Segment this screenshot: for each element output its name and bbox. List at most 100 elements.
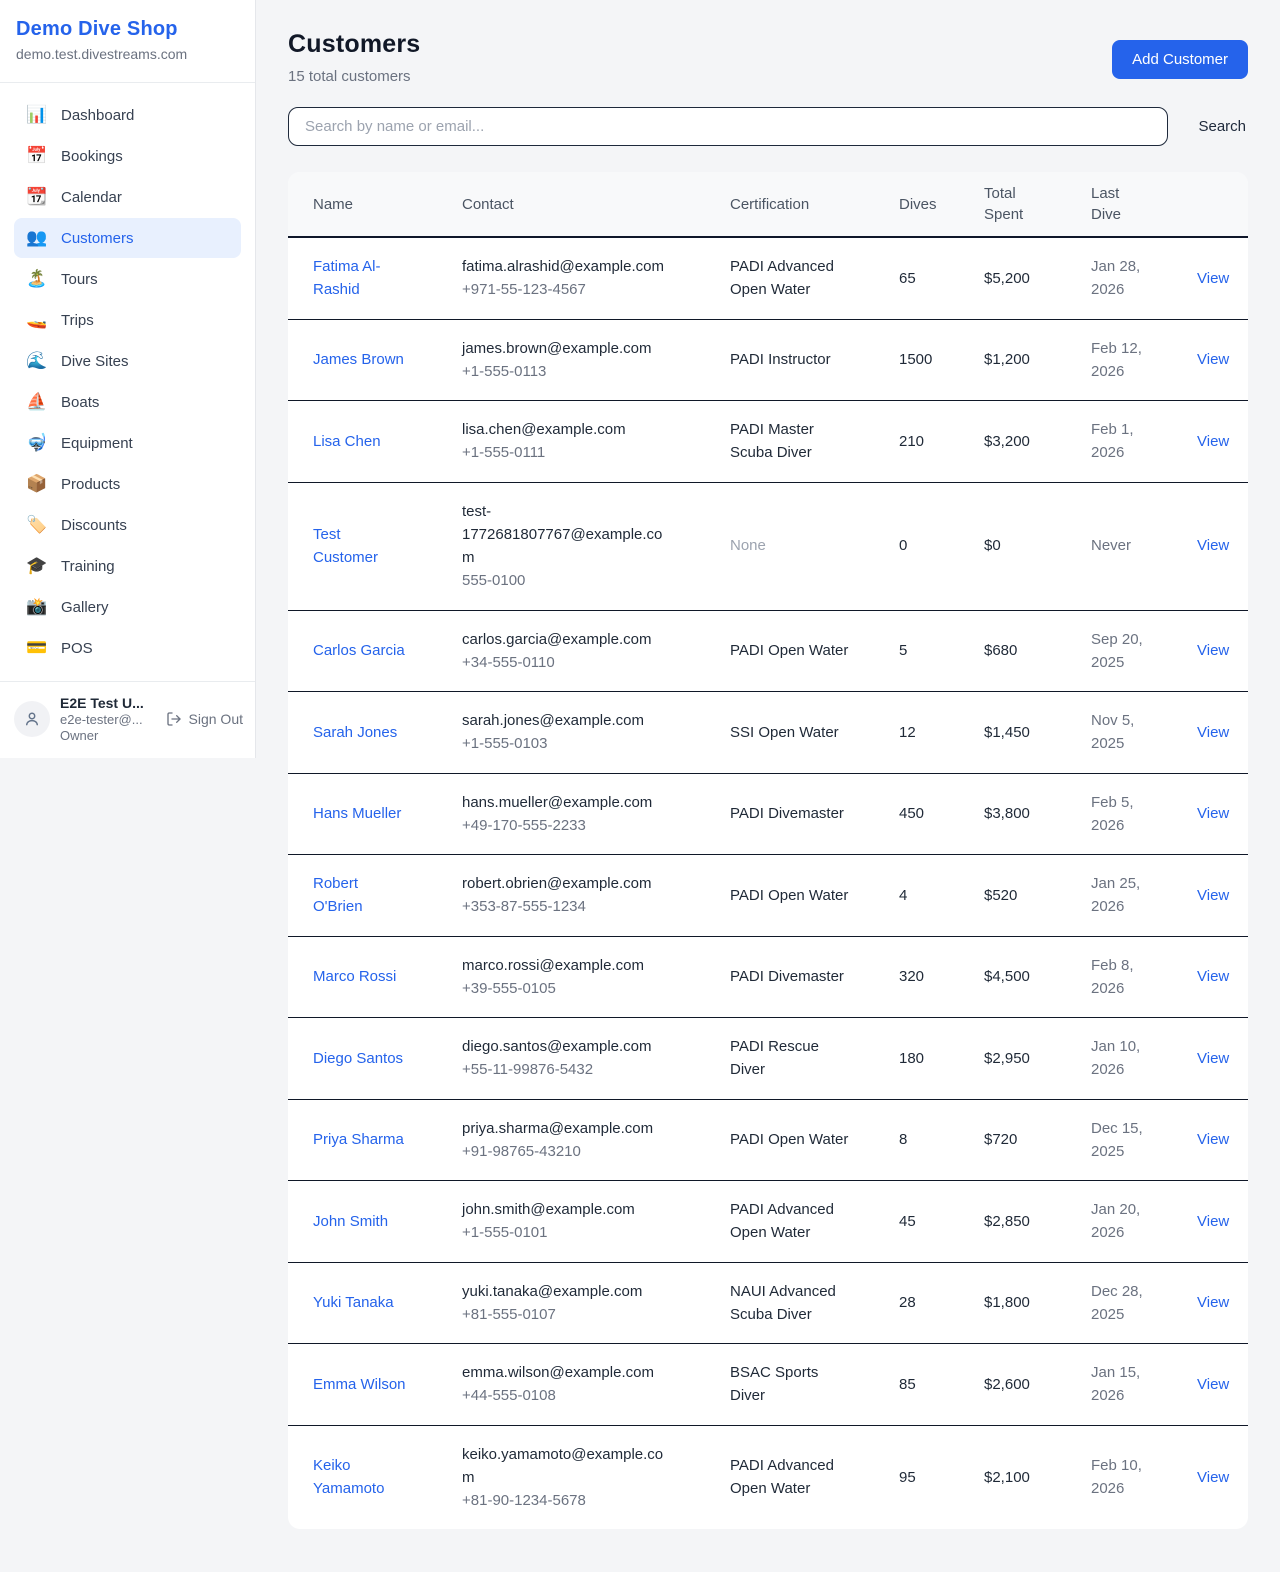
customer-name-link[interactable]: Robert O'Brien [313,872,409,919]
table-row: John Smith john.smith@example.com+1-555-… [288,1181,1248,1263]
sidebar-item-calendar[interactable]: 📆 Calendar [14,177,241,217]
customer-name-link[interactable]: Priya Sharma [313,1128,404,1151]
customer-name-link[interactable]: John Smith [313,1210,388,1233]
certification: None [730,534,766,557]
customer-name-link[interactable]: Keiko Yamamoto [313,1454,409,1501]
search-button[interactable]: Search [1196,112,1248,141]
view-link[interactable]: View [1197,968,1229,985]
customer-name-link[interactable]: Yuki Tanaka [313,1291,394,1314]
customer-phone: +55-11-99876-5432 [462,1058,698,1081]
avatar [14,701,50,737]
total-spent: $3,200 [968,401,1075,483]
customer-name-link[interactable]: Marco Rossi [313,965,396,988]
customer-phone: 555-0100 [462,569,698,592]
sidebar-item-label: Dashboard [61,107,134,124]
table-row: Yuki Tanaka yuki.tanaka@example.com+81-5… [288,1262,1248,1344]
customer-name-link[interactable]: Hans Mueller [313,802,401,825]
sidebar-item-dashboard[interactable]: 📊Dashboard [14,95,241,135]
view-link[interactable]: View [1197,433,1229,450]
col-header-dives: Dives [883,172,968,237]
dives-count: 0 [883,482,968,610]
add-customer-button[interactable]: Add Customer [1112,40,1248,79]
last-dive: Feb 10, 2026 [1091,1454,1153,1501]
view-link[interactable]: View [1197,1376,1229,1393]
customer-name-link[interactable]: Lisa Chen [313,430,381,453]
last-dive: Jan 20, 2026 [1091,1198,1153,1245]
total-spent: $2,950 [968,1018,1075,1100]
customer-name-link[interactable]: Fatima Al-Rashid [313,255,409,302]
view-link[interactable]: View [1197,642,1229,659]
customer-phone: +971-55-123-4567 [462,278,698,301]
sidebar-item-label: Calendar [61,189,122,206]
tours-icon: 🏝️ [26,269,48,289]
total-spent: $2,100 [968,1425,1075,1529]
sidebar-item-equipment[interactable]: 🤿Equipment [14,423,241,463]
view-link[interactable]: View [1197,805,1229,822]
total-spent: $1,450 [968,692,1075,774]
sidebar-item-training[interactable]: 🎓Training [14,546,241,586]
sidebar-item-trips[interactable]: 🚤Trips [14,300,241,340]
table-header-row: Name Contact Certification Dives Total S… [288,172,1248,237]
customer-name-link[interactable]: Sarah Jones [313,721,397,744]
customer-name-link[interactable]: Diego Santos [313,1047,403,1070]
dives-count: 65 [883,237,968,319]
certification: PADI Advanced Open Water [730,1198,854,1245]
sidebar-item-discounts[interactable]: 🏷️Discounts [14,505,241,545]
total-spent: $1,800 [968,1262,1075,1344]
customer-email: carlos.garcia@example.com [462,628,674,651]
dives-count: 28 [883,1262,968,1344]
table-row: Priya Sharma priya.sharma@example.com+91… [288,1099,1248,1181]
sidebar-item-tours[interactable]: 🏝️Tours [14,259,241,299]
sidebar-item-label: Discounts [61,517,127,534]
sidebar-item-products[interactable]: 📦Products [14,464,241,504]
view-link[interactable]: View [1197,537,1229,554]
page-subtitle: 15 total customers [288,68,420,85]
col-header-total-spent: Total Spent [968,172,1075,237]
brand-block: Demo Dive Shop demo.test.divestreams.com [0,0,255,83]
view-link[interactable]: View [1197,1050,1229,1067]
customer-email: james.brown@example.com [462,337,674,360]
view-link[interactable]: View [1197,1294,1229,1311]
customer-email: robert.obrien@example.com [462,872,674,895]
sidebar-item-pos[interactable]: 💳POS [14,628,241,668]
search-input[interactable] [288,107,1168,146]
view-link[interactable]: View [1197,1131,1229,1148]
last-dive: Jan 15, 2026 [1091,1361,1153,1408]
view-link[interactable]: View [1197,1469,1229,1486]
customers-table-card: Name Contact Certification Dives Total S… [288,172,1248,1529]
customer-name-link[interactable]: Carlos Garcia [313,639,405,662]
dives-count: 320 [883,936,968,1018]
customer-name-link[interactable]: Emma Wilson [313,1373,406,1396]
customer-email: yuki.tanaka@example.com [462,1280,674,1303]
sidebar-item-customers[interactable]: 👥Customers [14,218,241,258]
sidebar-item-gallery[interactable]: 📸Gallery [14,587,241,627]
view-link[interactable]: View [1197,351,1229,368]
dives-count: 4 [883,855,968,937]
customer-name-link[interactable]: James Brown [313,348,404,371]
sidebar: Demo Dive Shop demo.test.divestreams.com… [0,0,256,758]
sidebar-item-label: Equipment [61,435,133,452]
view-link[interactable]: View [1197,1213,1229,1230]
sign-out-button[interactable]: Sign Out [166,711,243,727]
sidebar-item-boats[interactable]: ⛵Boats [14,382,241,422]
certification: PADI Rescue Diver [730,1035,854,1082]
calendar-icon: 📆 [26,187,48,207]
customer-email: sarah.jones@example.com [462,709,674,732]
user-meta: E2E Test U... e2e-tester@... Owner [60,695,156,743]
sidebar-item-dive-sites[interactable]: 🌊Dive Sites [14,341,241,381]
total-spent: $680 [968,610,1075,692]
customer-phone: +353-87-555-1234 [462,895,698,918]
view-link[interactable]: View [1197,887,1229,904]
customer-email: john.smith@example.com [462,1198,674,1221]
col-header-contact: Contact [446,172,714,237]
total-spent: $5,200 [968,237,1075,319]
view-link[interactable]: View [1197,724,1229,741]
user-role: Owner [60,728,156,743]
customer-phone: +39-555-0105 [462,977,698,1000]
view-link[interactable]: View [1197,270,1229,287]
user-name: E2E Test U... [60,695,156,711]
dives-count: 5 [883,610,968,692]
sidebar-item-label: Training [61,558,115,575]
sidebar-item-bookings[interactable]: 📅Bookings [14,136,241,176]
customer-name-link[interactable]: Test Customer [313,523,409,570]
